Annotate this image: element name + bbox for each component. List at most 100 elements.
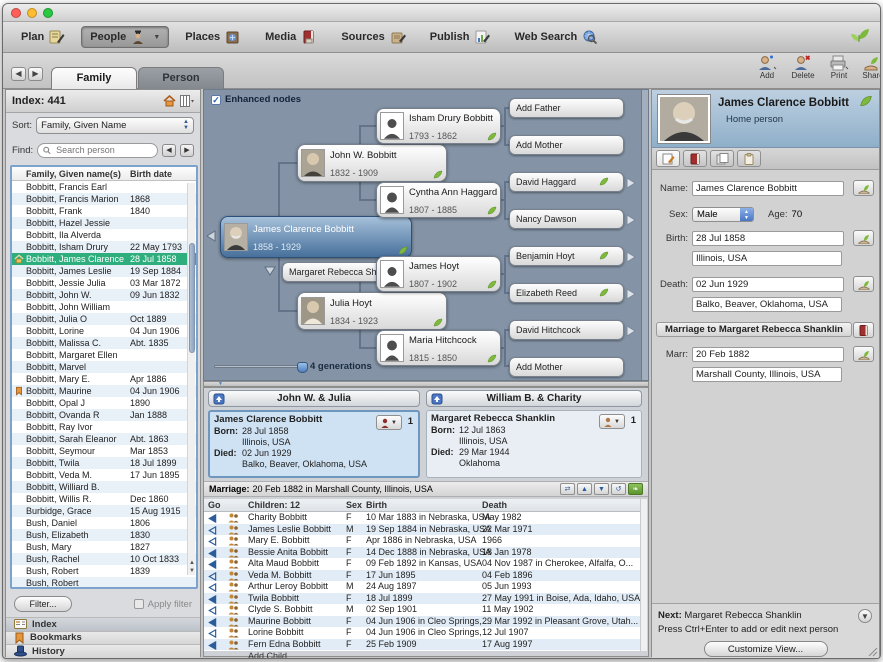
web-hint-leaf-icon[interactable]	[487, 280, 497, 289]
list-item[interactable]: Bobbitt, Twila 18 Jul 1899	[12, 457, 196, 469]
tab-media[interactable]	[683, 150, 707, 167]
tree-node-grandmother-maternal[interactable]: Maria Hitchcock1815 - 1850	[376, 330, 501, 366]
go-to-person-button[interactable]	[208, 639, 228, 652]
tree-node-grandmother-paternal[interactable]: Cyntha Ann Haggard1807 - 1885	[376, 182, 501, 218]
sex-column-header[interactable]: Sex	[346, 499, 366, 512]
list-item[interactable]: Bobbitt, John William	[12, 301, 196, 313]
home-person-icon[interactable]	[163, 95, 176, 107]
tree-node-grandfather-paternal[interactable]: Isham Drury Bobbitt1793 - 1862	[376, 108, 501, 144]
list-item[interactable]: Bobbitt, Isham Drury 22 May 1793	[12, 241, 196, 253]
accordion-index[interactable]: Index	[6, 617, 200, 631]
table-row[interactable]: Lorine Bobbitt F 04 Jun 1906 in Cleo Spr…	[204, 627, 642, 639]
web-hint-leaf-icon[interactable]	[398, 246, 408, 255]
list-item[interactable]: Bobbitt, Mary E. Apr 1886	[12, 373, 196, 385]
table-row[interactable]: Charity Bobbitt F 10 Mar 1883 in Nebrask…	[204, 512, 642, 524]
list-item[interactable]: Bobbitt, James Clarence 28 Jul 1858	[12, 253, 196, 265]
list-item[interactable]: Bobbitt, Malissa C. Abt. 1835	[12, 337, 196, 349]
children-table-header[interactable]: Go Children: 12 Sex Birth Death	[204, 499, 642, 512]
list-item[interactable]: Bush, Robert	[12, 577, 196, 589]
find-next-button[interactable]: ▶	[180, 144, 194, 157]
table-row[interactable]: Veda M. Bobbitt F 17 Jun 1895 04 Feb 189…	[204, 570, 642, 582]
web-hint-leaf-icon[interactable]	[859, 95, 873, 107]
next-person-chevron-button[interactable]: ▼	[858, 609, 872, 623]
tree-node-gen4[interactable]: David Haggard	[509, 172, 624, 192]
table-row[interactable]: Mary E. Bobbitt F Apr 1886 in Nebraska, …	[204, 535, 642, 547]
nav-publish-button[interactable]: Publish	[422, 27, 499, 47]
list-item[interactable]: Bobbitt, Hazel Jessie	[12, 217, 196, 229]
nav-places-button[interactable]: Places	[177, 27, 249, 47]
list-item[interactable]: Bobbitt, Frank 1840	[12, 205, 196, 217]
slider-thumb[interactable]	[297, 362, 308, 373]
share-button[interactable]: Share	[855, 54, 881, 84]
columns-layout-icon[interactable]	[180, 95, 194, 107]
list-item[interactable]: Bobbitt, Francis Earl	[12, 181, 196, 193]
tab-family[interactable]: Family	[51, 67, 137, 89]
death-source-button[interactable]	[853, 276, 874, 292]
table-row[interactable]: Alta Maud Bobbitt F 09 Feb 1892 in Kansa…	[204, 558, 642, 570]
web-hint-leaf-icon[interactable]	[433, 318, 443, 327]
list-item[interactable]: Bobbitt, Lorine 04 Jun 1906	[12, 325, 196, 337]
web-hint-leaf-icon[interactable]	[487, 132, 497, 141]
list-item[interactable]: Bobbitt, Opal J 1890	[12, 397, 196, 409]
print-button[interactable]: Print	[821, 54, 857, 84]
web-hint-leaf-icon[interactable]	[487, 206, 497, 215]
birth-place-input[interactable]	[692, 251, 842, 266]
nav-sources-button[interactable]: Sources	[333, 27, 413, 47]
person-list-header[interactable]: Family, Given name(s) Birth date	[12, 167, 196, 181]
web-hint-leaf-icon[interactable]	[599, 177, 609, 186]
birth-column-header[interactable]: Birth	[366, 499, 482, 512]
list-scrollbar[interactable]: ▲ ▼	[187, 183, 195, 575]
list-item[interactable]: Bobbitt, Ray Ivor	[12, 421, 196, 433]
table-row[interactable]: Arthur Leroy Bobbitt M 24 Aug 1897 05 Ju…	[204, 581, 642, 593]
minimize-window-button[interactable]	[27, 8, 37, 18]
list-item[interactable]: Bush, Rachel 10 Oct 1833	[12, 553, 196, 565]
marriage-source-button[interactable]	[853, 346, 874, 362]
table-row[interactable]: James Leslie Bobbitt M 19 Sep 1884 in Ne…	[204, 524, 642, 536]
zoom-window-button[interactable]	[43, 8, 53, 18]
expand-right-arrow[interactable]	[626, 251, 636, 263]
resize-grip[interactable]	[866, 645, 878, 657]
table-row[interactable]: Maurine Bobbitt F 04 Jun 1906 in Cleo Sp…	[204, 616, 642, 628]
web-hint-button[interactable]: ❧	[628, 483, 643, 495]
filter-button[interactable]: Filter...	[14, 596, 72, 612]
children-column-header[interactable]: Children: 12	[248, 499, 346, 512]
list-scrollbar-thumb[interactable]	[189, 243, 195, 353]
list-item[interactable]: Bobbitt, Ila Alverda	[12, 229, 196, 241]
search-input[interactable]	[54, 144, 152, 156]
add-person-button[interactable]: Add	[749, 54, 785, 84]
tree-node-grandfather-maternal[interactable]: James Hoyt1807 - 1902	[376, 256, 501, 292]
enhanced-nodes-checkbox[interactable]: ✓	[211, 95, 221, 105]
marriage-date-input[interactable]	[692, 347, 844, 362]
spouse-expand-arrow[interactable]	[264, 266, 276, 276]
list-item[interactable]: Bobbitt, Willis R. Dec 1860	[12, 493, 196, 505]
close-window-button[interactable]	[11, 8, 21, 18]
nav-plan-button[interactable]: Plan	[13, 27, 73, 47]
list-item[interactable]: Bush, Robert 1839	[12, 565, 196, 577]
go-up-generation-icon[interactable]	[213, 393, 225, 405]
column-name-header[interactable]: Family, Given name(s)	[26, 167, 130, 181]
tree-node-gen4[interactable]: Add Mother	[509, 135, 624, 155]
list-item[interactable]: Bush, Daniel 1806	[12, 517, 196, 529]
sync-plant-icon[interactable]	[848, 26, 870, 49]
tab-sources[interactable]	[710, 150, 734, 167]
search-field[interactable]	[37, 143, 158, 158]
accordion-history[interactable]: History	[6, 644, 200, 658]
list-item[interactable]: Bobbitt, John W. 09 Jun 1832	[12, 289, 196, 301]
marriage-place-input[interactable]	[692, 367, 842, 382]
back-button[interactable]: ◀	[11, 67, 26, 81]
tree-node-gen4[interactable]: Nancy Dawson	[509, 209, 624, 229]
web-hint-leaf-icon[interactable]	[599, 288, 609, 297]
table-row[interactable]: Fern Edna Bobbitt F 25 Feb 1909 17 Aug 1…	[204, 639, 642, 651]
move-up-button[interactable]: ▲	[577, 483, 592, 495]
death-date-input[interactable]	[692, 277, 844, 292]
apply-filter-checkbox[interactable]	[134, 599, 144, 609]
tree-node-gen4[interactable]: David Hitchcock	[509, 320, 624, 340]
generations-slider[interactable]: 4 generations	[214, 361, 372, 372]
expand-right-arrow[interactable]	[626, 214, 636, 226]
customize-view-button[interactable]: Customize View...	[704, 641, 828, 657]
nav-media-button[interactable]: Media	[257, 27, 325, 47]
mother-person-menu-button[interactable]: ▼	[599, 414, 625, 429]
collapse-left-arrow[interactable]	[206, 230, 216, 242]
slider-track[interactable]	[214, 365, 302, 368]
go-column-header[interactable]: Go	[208, 499, 228, 512]
